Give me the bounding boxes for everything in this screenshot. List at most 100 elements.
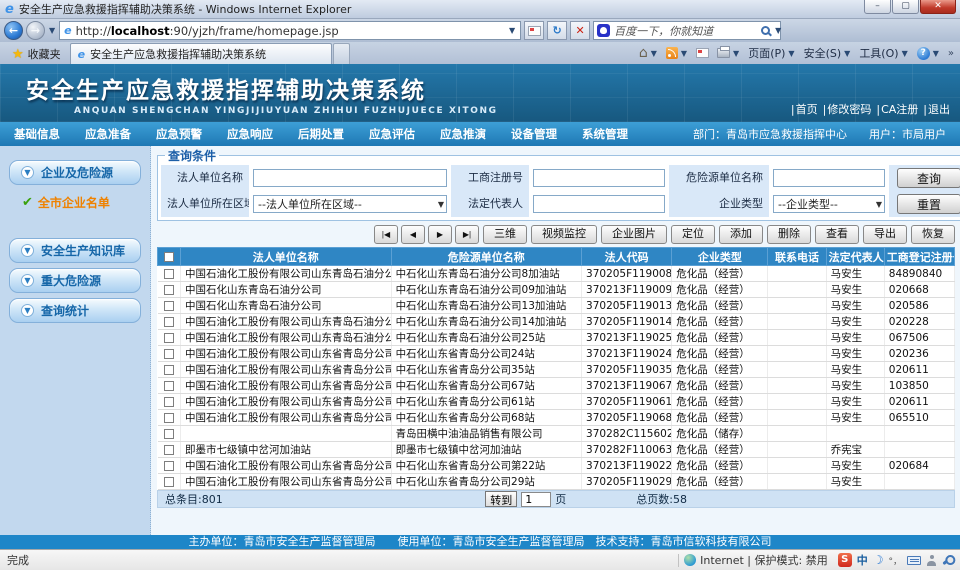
table-row[interactable]: 中国石油化工股份有限公司山东省青岛分公司 中石化山东省青岛分公司61站 3702… bbox=[158, 394, 955, 410]
table-row[interactable]: 中国石油化工股份有限公司山东青岛石油分公司 中石化山东青岛石油分公司14加油站 … bbox=[158, 314, 955, 330]
soft-keyboard-icon[interactable] bbox=[907, 556, 921, 565]
nav-item[interactable]: 应急预警 bbox=[156, 126, 202, 142]
nav-item[interactable]: 系统管理 bbox=[582, 126, 628, 142]
table-row[interactable]: 中国石油化工股份有限公司山东省青岛分公司 中石化山东省青岛分公司第22站 370… bbox=[158, 458, 955, 474]
pager-nav-button[interactable]: |◀ bbox=[374, 225, 398, 244]
table-row[interactable]: 中国石油化工股份有限公司山东省青岛分公司 中石化山东省青岛分公司24站 3702… bbox=[158, 346, 955, 362]
toolbar-button[interactable]: 企业图片 bbox=[601, 225, 667, 244]
new-tab-button[interactable] bbox=[333, 43, 350, 64]
search-dropdown-icon[interactable]: ▼ bbox=[774, 26, 782, 35]
forward-button[interactable]: → bbox=[26, 21, 45, 40]
toolbar-button[interactable]: 添加 bbox=[719, 225, 763, 244]
read-mail-button[interactable] bbox=[696, 48, 709, 58]
top-link[interactable]: CA注册 bbox=[871, 101, 918, 117]
row-checkbox[interactable] bbox=[164, 429, 174, 439]
table-row[interactable]: 中国石油化工股份有限公司山东省青岛分公司 中石化山东省青岛分公司35站 3702… bbox=[158, 362, 955, 378]
overflow-chevron-icon[interactable]: » bbox=[948, 48, 954, 59]
goto-page-button[interactable]: 转到 bbox=[485, 491, 517, 507]
row-checkbox[interactable] bbox=[164, 285, 174, 295]
table-row[interactable]: 即墨市七级镇中岔河加油站 即墨市七级镇中岔河加油站 370282F110063 … bbox=[158, 442, 955, 458]
hazard-name-input[interactable] bbox=[773, 169, 885, 187]
sidebar-item-query-stats[interactable]: ▼ 查询统计 bbox=[9, 298, 141, 323]
representative-input[interactable] bbox=[533, 195, 665, 213]
toolbar-button[interactable]: 查看 bbox=[815, 225, 859, 244]
toolbar-button[interactable]: 删除 bbox=[767, 225, 811, 244]
table-row[interactable]: 中国石化山东青岛石油分公司 中石化山东青岛石油分公司13加油站 370205F1… bbox=[158, 298, 955, 314]
pager-nav-button[interactable]: ▶| bbox=[455, 225, 479, 244]
row-checkbox[interactable] bbox=[164, 413, 174, 423]
fullwidth-toggle-icon[interactable]: ☽ bbox=[873, 553, 884, 567]
nav-item[interactable]: 应急响应 bbox=[227, 126, 273, 142]
pager-nav-button[interactable]: ▶ bbox=[428, 225, 452, 244]
row-checkbox[interactable] bbox=[164, 477, 174, 487]
search-box[interactable]: ▼ bbox=[593, 21, 781, 40]
nav-item[interactable]: 应急准备 bbox=[85, 126, 131, 142]
select-all-checkbox[interactable] bbox=[164, 252, 174, 262]
close-button[interactable]: ✕ bbox=[920, 0, 956, 14]
toolbar-button[interactable]: 视频监控 bbox=[531, 225, 597, 244]
recent-pages-dropdown-icon[interactable]: ▼ bbox=[48, 26, 56, 35]
stop-button[interactable]: ✕ bbox=[570, 21, 590, 40]
nav-item[interactable]: 基础信息 bbox=[14, 126, 60, 142]
row-checkbox[interactable] bbox=[164, 349, 174, 359]
user-profile-icon[interactable] bbox=[926, 555, 937, 566]
feeds-button[interactable]: ▼ bbox=[666, 47, 688, 59]
table-row[interactable]: 中国石油化工股份有限公司山东省青岛分公司 中石化山东省青岛分公司68站 3702… bbox=[158, 410, 955, 426]
sogou-ime-icon[interactable]: S bbox=[838, 553, 852, 567]
reset-button[interactable]: 重置 bbox=[897, 194, 960, 214]
top-link[interactable]: 退出 bbox=[918, 101, 950, 117]
table-row[interactable]: 中国石化山东青岛石油分公司 中石化山东青岛石油分公司09加油站 370213F1… bbox=[158, 282, 955, 298]
search-button[interactable]: 查询 bbox=[897, 168, 960, 188]
row-checkbox[interactable] bbox=[164, 397, 174, 407]
table-row[interactable]: 青岛田横中油油品销售有限公司 370282C115602 危化品（储存） bbox=[158, 426, 955, 442]
top-link[interactable]: 修改密码 bbox=[818, 101, 872, 117]
toolbar-button[interactable]: 定位 bbox=[671, 225, 715, 244]
url-field[interactable]: e http://localhost:90/yjzh/frame/homepag… bbox=[59, 21, 521, 40]
toolbar-button[interactable]: 三维 bbox=[483, 225, 527, 244]
url-dropdown-icon[interactable]: ▼ bbox=[508, 26, 516, 35]
type-select[interactable]: --企业类型-- ▼ bbox=[773, 195, 885, 213]
refresh-button[interactable]: ↻ bbox=[547, 21, 567, 40]
row-checkbox[interactable] bbox=[164, 445, 174, 455]
table-row[interactable]: 中国石油化工股份有限公司山东省青岛分公司 中石化山东省青岛分公司29站 3702… bbox=[158, 474, 955, 490]
nav-item[interactable]: 后期处置 bbox=[298, 126, 344, 142]
ime-language-toggle[interactable]: 中 bbox=[857, 552, 868, 568]
tools-menu[interactable]: 工具(O)▼ bbox=[859, 45, 908, 61]
row-checkbox[interactable] bbox=[164, 301, 174, 311]
pager-nav-button[interactable]: ◀ bbox=[401, 225, 425, 244]
sidebar-item-city-enterprise-list[interactable]: ✔ 全市企业名单 bbox=[22, 194, 150, 211]
toolbar-button[interactable]: 恢复 bbox=[911, 225, 955, 244]
compatibility-view-button[interactable] bbox=[524, 21, 544, 40]
nav-item[interactable]: 应急推演 bbox=[440, 126, 486, 142]
table-row[interactable]: 中国石油化工股份有限公司山东青岛石油分公司 中石化山东青岛石油分公司8加油站 3… bbox=[158, 266, 955, 282]
page-menu[interactable]: 页面(P)▼ bbox=[748, 45, 795, 61]
legal-name-input[interactable] bbox=[253, 169, 447, 187]
search-icon[interactable] bbox=[761, 26, 770, 35]
row-checkbox[interactable] bbox=[164, 381, 174, 391]
wrench-icon[interactable] bbox=[942, 555, 952, 564]
nav-item[interactable]: 应急评估 bbox=[369, 126, 415, 142]
minimize-button[interactable]: – bbox=[864, 0, 891, 14]
favorites-button[interactable]: ★ 收藏夹 bbox=[3, 44, 70, 64]
reg-no-input[interactable] bbox=[533, 169, 665, 187]
active-tab[interactable]: e 安全生产应急救援指挥辅助决策系统 bbox=[70, 43, 332, 64]
sidebar-item-major-hazard[interactable]: ▼ 重大危险源 bbox=[9, 268, 141, 293]
search-input[interactable] bbox=[614, 24, 757, 37]
nav-item[interactable]: 设备管理 bbox=[511, 126, 557, 142]
maximize-button[interactable]: ▢ bbox=[892, 0, 919, 14]
sidebar-item-enterprise-hazard[interactable]: ▼ 企业及危险源 bbox=[9, 160, 141, 185]
table-row[interactable]: 中国石油化工股份有限公司山东省青岛分公司 中石化山东省青岛分公司67站 3702… bbox=[158, 378, 955, 394]
row-checkbox[interactable] bbox=[164, 333, 174, 343]
row-checkbox[interactable] bbox=[164, 365, 174, 375]
top-link[interactable]: 首页 bbox=[786, 101, 818, 117]
home-button[interactable]: ⌂▼ bbox=[639, 46, 658, 60]
region-select[interactable]: --法人单位所在区域-- ▼ bbox=[253, 195, 447, 213]
toolbar-button[interactable]: 导出 bbox=[863, 225, 907, 244]
help-menu[interactable]: ?▼ bbox=[917, 47, 940, 60]
back-button[interactable]: ← bbox=[4, 21, 23, 40]
print-button[interactable]: ▼ bbox=[717, 48, 740, 58]
sidebar-item-safety-knowledge[interactable]: ▼ 安全生产知识库 bbox=[9, 238, 141, 263]
safety-menu[interactable]: 安全(S)▼ bbox=[804, 45, 852, 61]
page-number-input[interactable] bbox=[521, 492, 551, 507]
row-checkbox[interactable] bbox=[164, 461, 174, 471]
